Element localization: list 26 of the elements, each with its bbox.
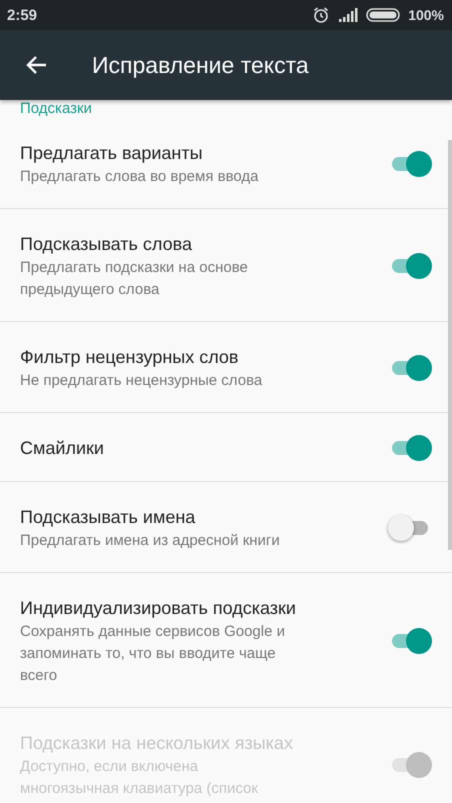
alarm-icon <box>312 6 330 24</box>
setting-summary: Предлагать подсказки на основе предыдущего слова <box>20 258 249 300</box>
setting-title: Фильтр нецензурных слов <box>20 346 240 369</box>
setting-title: Предлагать варианты <box>20 142 204 165</box>
toggle-switch[interactable] <box>390 151 430 177</box>
toggle-switch[interactable] <box>390 515 430 541</box>
setting-summary: Сохранять данные сервисов Google и запоминать то, что вы вводите чаще всего <box>20 622 286 686</box>
setting-title: Индивидуализировать подсказки <box>20 597 297 620</box>
toggle-switch[interactable] <box>390 253 430 279</box>
toggle-switch[interactable] <box>390 355 430 381</box>
toggle-switch[interactable] <box>390 628 430 654</box>
setting-title: Подсказывать слова <box>20 233 194 256</box>
setting-summary: Предлагать слова во время ввода <box>20 167 260 187</box>
battery-icon <box>366 8 400 22</box>
setting-title: Подсказывать имена <box>20 506 196 529</box>
status-time: 2:59 <box>7 6 38 24</box>
section-header: Подсказки <box>19 100 93 118</box>
setting-summary: Не предлагать нецензурные слова <box>20 371 264 391</box>
toggle-switch[interactable] <box>390 435 430 461</box>
setting-title: Смайлики <box>20 437 105 460</box>
setting-row[interactable]: Индивидуализировать подсказки Сохранять данные сервисов Google и запоминать то, что вы вводите чаще всего <box>0 573 452 708</box>
battery-level: 100% <box>408 7 444 23</box>
back-arrow-icon[interactable] <box>25 55 47 75</box>
setting-summary: Предлагать имена из адресной книги <box>20 531 281 551</box>
screen-title: Исправление текста <box>92 52 309 78</box>
signal-icon <box>338 8 358 22</box>
